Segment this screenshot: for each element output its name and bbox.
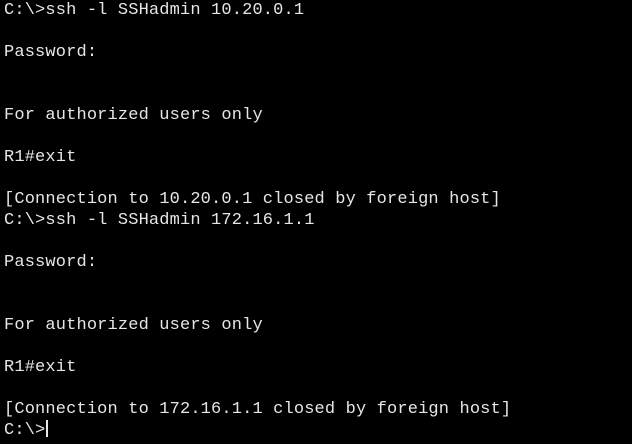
command-prompt: C:\> — [4, 421, 46, 440]
text-cursor — [46, 420, 49, 437]
terminal-line: Password: — [4, 43, 98, 62]
terminal-line: R1#exit — [4, 358, 77, 377]
terminal-line: [Connection to 172.16.1.1 closed by fore… — [4, 400, 512, 419]
terminal-line: Password: — [4, 253, 98, 272]
terminal-line: [Connection to 10.20.0.1 closed by forei… — [4, 190, 501, 209]
terminal-line: C:\>ssh -l SSHadmin 172.16.1.1 — [4, 211, 315, 230]
terminal-line: C:\>ssh -l SSHadmin 10.20.0.1 — [4, 1, 305, 20]
terminal-line: For authorized users only — [4, 316, 263, 335]
terminal-line: For authorized users only — [4, 106, 263, 125]
terminal-line: R1#exit — [4, 148, 77, 167]
terminal-window[interactable]: C:\>ssh -l SSHadmin 10.20.0.1 Password: … — [0, 0, 632, 444]
command-prompt-line[interactable]: C:\> — [4, 420, 49, 441]
